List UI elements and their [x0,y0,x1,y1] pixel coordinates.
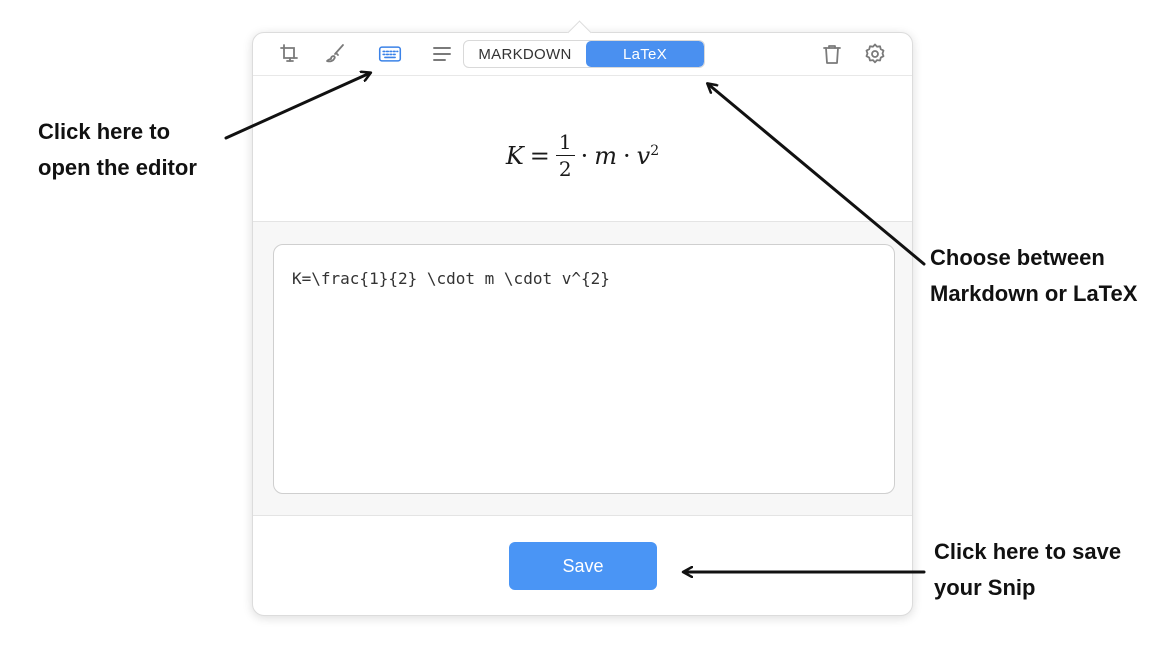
toolbar: MARKDOWN LaTeX [253,33,912,76]
callout-text: Choose between [930,245,1105,270]
formula-lhs: K [505,141,524,170]
callout-choose-format: Choose between Markdown or LaTeX [930,240,1137,312]
editor-area: K=\frac{1}{2} \cdot m \cdot v^{2} [253,222,912,516]
formula-equals: = [529,141,550,170]
fraction-numerator: 1 [555,132,575,156]
latex-editor[interactable]: K=\frac{1}{2} \cdot m \cdot v^{2} [273,244,895,494]
snip-popover: MARKDOWN LaTeX K = 1 2 · m · v2 K=\frac{… [252,20,913,616]
rendered-formula: K = 1 2 · m · v2 [506,90,659,221]
formula-v-power: v2 [637,142,659,170]
formula-v: v [636,141,651,170]
formula-dot: · [580,141,589,170]
formula-dot: · [623,141,631,170]
gear-icon[interactable] [858,40,892,68]
callout-text: Markdown or LaTeX [930,281,1138,306]
callout-text: Click here to save [934,539,1122,564]
pen-draw-icon[interactable] [319,40,353,68]
format-switch: MARKDOWN LaTeX [463,40,705,68]
crop-screen-icon[interactable] [273,40,307,68]
callout-open-editor: Click here to open the editor [38,114,197,186]
save-button[interactable]: Save [509,542,657,590]
formula-fraction: 1 2 [555,132,575,181]
tab-latex[interactable]: LaTeX [586,41,704,67]
trash-icon[interactable] [815,40,849,68]
text-align-icon[interactable] [425,40,459,68]
callout-text: your Snip [934,575,1036,600]
callout-text: open the editor [38,155,197,180]
rendered-preview: K = 1 2 · m · v2 [253,76,912,222]
callout-save-snip: Click here to save your Snip [934,534,1121,606]
formula-exponent: 2 [650,142,660,159]
keyboard-icon[interactable] [373,40,407,68]
fraction-denominator: 2 [558,157,572,181]
footer: Save [253,516,912,616]
tab-markdown[interactable]: MARKDOWN [464,41,586,67]
formula-m: m [594,141,618,170]
callout-text: Click here to [38,119,171,144]
